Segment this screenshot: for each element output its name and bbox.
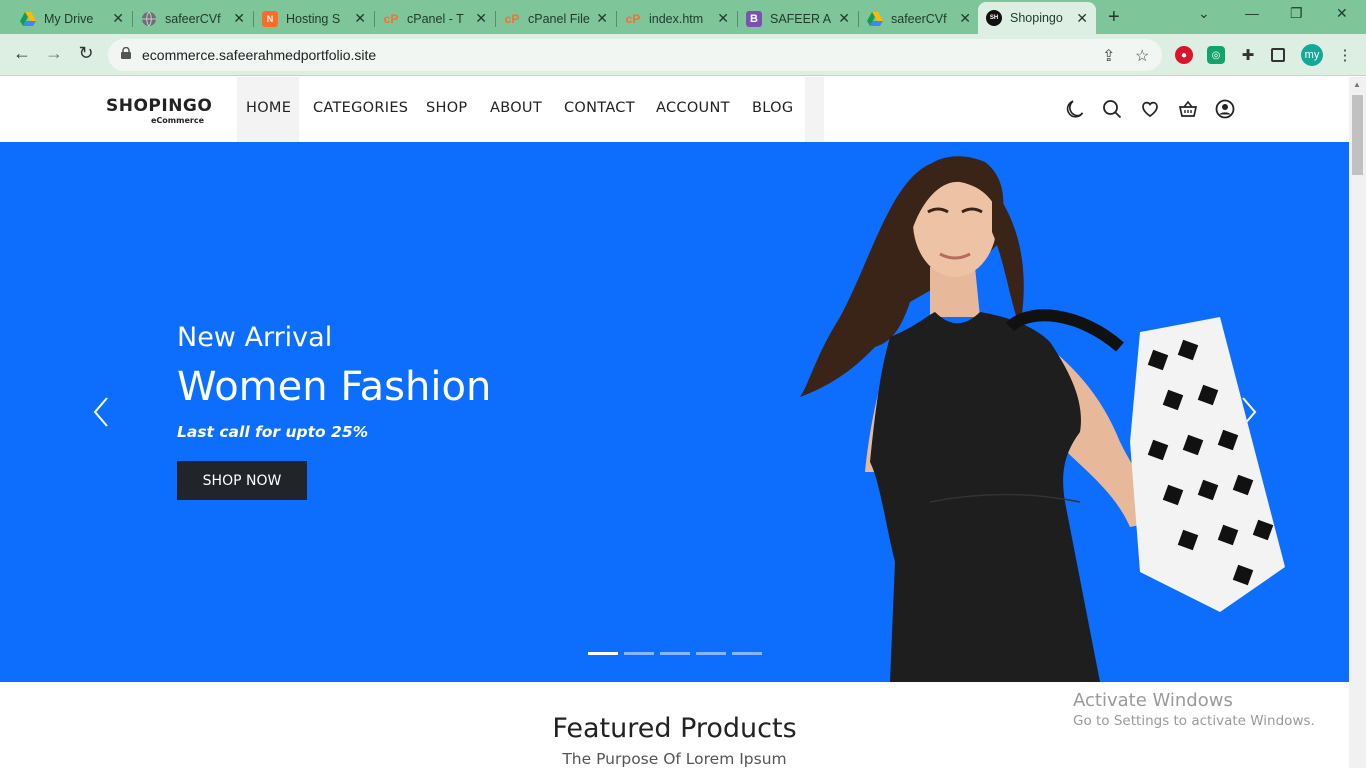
slider-indicators xyxy=(588,652,762,655)
puzzle-icon[interactable]: ✚ xyxy=(1239,46,1257,64)
window-close-icon[interactable]: ✕ xyxy=(1336,5,1348,22)
user-icon[interactable] xyxy=(1214,98,1236,120)
heart-icon[interactable] xyxy=(1139,98,1161,120)
hero-tagline: Last call for upto 25% xyxy=(177,423,369,441)
restore-icon[interactable]: ❐ xyxy=(1290,5,1303,22)
globe-icon xyxy=(141,11,157,27)
moon-icon[interactable] xyxy=(1064,98,1086,120)
lock-icon xyxy=(121,47,131,59)
shopingo-favicon: SH xyxy=(986,10,1002,26)
close-icon[interactable]: ✕ xyxy=(596,10,608,27)
basket-icon[interactable] xyxy=(1177,98,1199,120)
close-icon[interactable]: ✕ xyxy=(1076,10,1088,27)
search-icon[interactable] xyxy=(1101,98,1123,120)
google-drive-icon xyxy=(20,11,36,27)
nav-about[interactable]: ABOUT xyxy=(490,100,542,116)
close-icon[interactable]: ✕ xyxy=(717,10,729,27)
logo-name: SHOPINGO xyxy=(106,96,213,116)
close-icon[interactable]: ✕ xyxy=(233,10,245,27)
record-extension-icon[interactable]: ● xyxy=(1175,46,1193,64)
nav-contact[interactable]: CONTACT xyxy=(564,100,635,116)
tab-title: safeerCVf xyxy=(891,12,947,26)
profile-avatar[interactable]: my xyxy=(1301,44,1323,66)
tab-title: cPanel - T xyxy=(407,12,464,26)
share-icon[interactable]: ⇪ xyxy=(1102,46,1115,66)
browser-tab[interactable]: cP index.htm ✕ xyxy=(617,4,738,34)
cpanel-icon: cP xyxy=(504,12,520,26)
cpanel-icon: cP xyxy=(383,12,399,26)
nav-home[interactable]: HOME xyxy=(246,100,291,116)
google-drive-icon xyxy=(867,11,883,27)
browser-tab[interactable]: N Hosting S ✕ xyxy=(254,4,375,34)
browser-tab[interactable]: cP cPanel File ✕ xyxy=(496,4,617,34)
nav-categories[interactable]: CATEGORIES xyxy=(313,100,408,116)
browser-tab[interactable]: My Drive ✕ xyxy=(12,4,133,34)
extension-icon[interactable]: ◎ xyxy=(1207,46,1225,64)
windows-activation-watermark: Activate Windows Go to Settings to activ… xyxy=(1073,690,1315,729)
hero-slider: New Arrival Women Fashion Last call for … xyxy=(0,142,1349,682)
site-logo[interactable]: SHOPINGO eCommerce xyxy=(106,96,213,125)
close-icon[interactable]: ✕ xyxy=(112,10,124,27)
slide-indicator[interactable] xyxy=(624,652,654,655)
new-tab-button[interactable]: + xyxy=(1108,6,1120,29)
hero-model-image xyxy=(800,156,1285,682)
logo-tagline: eCommerce xyxy=(151,116,205,125)
browser-tab-active[interactable]: SH Shopingo ✕ xyxy=(978,2,1096,34)
star-icon[interactable]: ☆ xyxy=(1135,46,1149,66)
browser-tab-strip: My Drive ✕ safeerCVf ✕ N Hosting S ✕ cP … xyxy=(0,0,1366,34)
hero-title: Women Fashion xyxy=(177,364,492,410)
hero-subtitle: New Arrival xyxy=(177,322,333,353)
url-text: ecommerce.safeerahmedportfolio.site xyxy=(142,47,377,63)
nav-blog[interactable]: BLOG xyxy=(752,100,793,116)
bootstrap-icon: B xyxy=(746,11,762,27)
back-icon[interactable]: ← xyxy=(10,43,34,64)
nav-shop[interactable]: SHOP xyxy=(426,100,467,116)
tab-title: My Drive xyxy=(44,12,94,26)
close-icon[interactable]: ✕ xyxy=(838,10,850,27)
tab-title: cPanel File xyxy=(528,12,590,26)
slide-indicator[interactable] xyxy=(660,652,690,655)
tab-title: Hosting S xyxy=(286,12,341,26)
address-bar[interactable]: ecommerce.safeerahmedportfolio.site ⇪ ☆ xyxy=(108,39,1162,71)
close-icon[interactable]: ✕ xyxy=(475,10,487,27)
cpanel-icon: cP xyxy=(625,12,641,26)
browser-tab[interactable]: safeerCVf ✕ xyxy=(133,4,254,34)
watermark-line2: Go to Settings to activate Windows. xyxy=(1073,713,1315,729)
minimize-icon[interactable]: — xyxy=(1245,5,1259,21)
browser-tab[interactable]: cP cPanel - T ✕ xyxy=(375,4,496,34)
browser-toolbar: ← → ↻ ecommerce.safeerahmedportfolio.sit… xyxy=(0,34,1366,76)
browser-tab[interactable]: safeerCVf ✕ xyxy=(859,4,979,34)
tab-title: index.htm xyxy=(649,12,704,26)
page-scrollbar[interactable] xyxy=(1349,77,1366,768)
scrollbar-thumb[interactable] xyxy=(1352,95,1363,175)
featured-subtitle: The Purpose Of Lorem Ipsum xyxy=(562,750,787,768)
chevron-left-icon[interactable] xyxy=(92,394,112,430)
shop-now-button[interactable]: SHOP NOW xyxy=(177,461,307,500)
slide-indicator[interactable] xyxy=(588,652,618,655)
scroll-up-icon[interactable]: ▲ xyxy=(1353,80,1361,89)
forward-icon[interactable]: → xyxy=(42,43,66,64)
browser-tab[interactable]: B SAFEER A ✕ xyxy=(738,4,859,34)
menu-icon[interactable]: ⋮ xyxy=(1336,46,1354,64)
slide-indicator[interactable] xyxy=(696,652,726,655)
tab-title: safeerCVf xyxy=(165,12,221,26)
tab-search-icon[interactable]: ⌄ xyxy=(1198,5,1210,22)
nav-account[interactable]: ACCOUNT xyxy=(656,100,730,116)
tab-title: Shopingo xyxy=(1010,11,1063,25)
watermark-line1: Activate Windows xyxy=(1073,690,1233,711)
tab-title: SAFEER A xyxy=(770,12,832,26)
close-icon[interactable]: ✕ xyxy=(959,10,971,27)
slide-indicator[interactable] xyxy=(732,652,762,655)
close-icon[interactable]: ✕ xyxy=(354,10,366,27)
hostinger-icon: N xyxy=(262,11,278,27)
reload-icon[interactable]: ↻ xyxy=(74,43,98,64)
side-panel-icon[interactable] xyxy=(1271,48,1285,62)
